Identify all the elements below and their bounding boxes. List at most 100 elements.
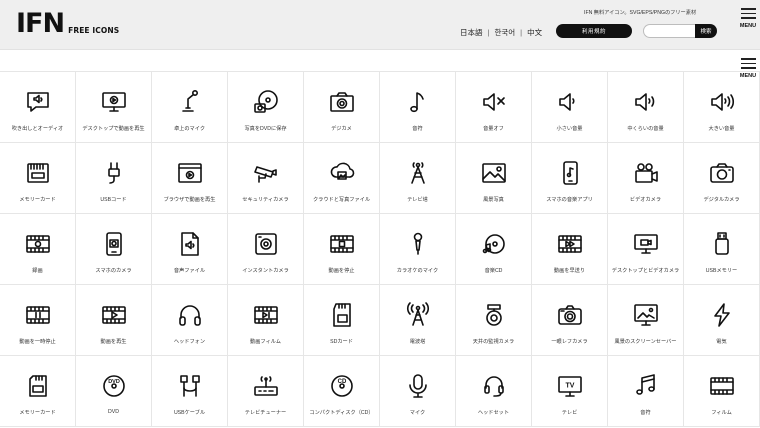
icon-tile[interactable]: フィルム: [684, 356, 760, 427]
site-logo[interactable]: IFN FREE ICONS: [16, 8, 119, 39]
video-play-icon: [100, 301, 128, 329]
icon-tile[interactable]: 音符: [608, 356, 684, 427]
icon-caption: 写真をDVDに保存: [244, 126, 287, 132]
icon-tile[interactable]: 音符: [380, 72, 456, 143]
lang-korean[interactable]: 한국어: [494, 27, 515, 38]
karaoke-mic-icon: [404, 230, 432, 258]
digital-camera-2-icon: [708, 159, 736, 187]
icon-caption: マイク: [409, 410, 426, 416]
icon-tile[interactable]: 録画: [0, 214, 76, 285]
icon-tile[interactable]: 一眼レフカメラ: [532, 285, 608, 356]
icon-tile[interactable]: メモリーカード: [0, 356, 76, 427]
icon-tile[interactable]: 動画を再生: [76, 285, 152, 356]
desktop-video-camera-icon: [632, 230, 660, 258]
icon-tile[interactable]: スマホのカメラ: [76, 214, 152, 285]
icon-tile[interactable]: スマホの音楽アプリ: [532, 143, 608, 214]
icon-tile[interactable]: デスクトップとビデオカメラ: [608, 214, 684, 285]
icon-tile[interactable]: 電波塔: [380, 285, 456, 356]
icon-tile[interactable]: セキュリティカメラ: [228, 143, 304, 214]
icon-tile[interactable]: 小さい音量: [532, 72, 608, 143]
video-film-icon: [252, 301, 280, 329]
icon-tile[interactable]: 天井の監視カメラ: [456, 285, 532, 356]
icon-caption: 音符: [412, 126, 423, 132]
tv-tuner-icon: [252, 372, 280, 400]
icon-tile[interactable]: 風景のスクリーンセーバー: [608, 285, 684, 356]
usb-memory-icon: [708, 230, 736, 258]
icon-tile[interactable]: テレビ塔: [380, 143, 456, 214]
icon-tile[interactable]: 大きい音量: [684, 72, 760, 143]
svg-text:CD: CD: [337, 379, 346, 385]
icon-tile[interactable]: 動画を停止: [304, 214, 380, 285]
audio-file-icon: [176, 230, 204, 258]
icon-tile[interactable]: テレビチューナー: [228, 356, 304, 427]
search-button[interactable]: 検索: [695, 24, 717, 38]
sd-card-icon: [328, 301, 356, 329]
icon-tile[interactable]: 卓上のマイク: [152, 72, 228, 143]
microphone-icon: [404, 372, 432, 400]
icon-caption: コンパクトディスク（CD）: [309, 410, 374, 416]
icon-tile[interactable]: デジタルカメラ: [684, 143, 760, 214]
icon-tile[interactable]: 音楽CD: [456, 214, 532, 285]
icon-tile[interactable]: ヘッドフォン: [152, 285, 228, 356]
icon-tile[interactable]: USBメモリー: [684, 214, 760, 285]
icon-tile[interactable]: 風景写真: [456, 143, 532, 214]
icon-tile[interactable]: USBケーブル: [152, 356, 228, 427]
icon-tile[interactable]: 中くらいの音量: [608, 72, 684, 143]
icon-caption: テレビ塔: [407, 197, 428, 203]
phone-camera-icon: [100, 230, 128, 258]
icon-tile[interactable]: 動画フィルム: [228, 285, 304, 356]
icon-caption: メモリーカード: [19, 197, 56, 203]
icon-tile[interactable]: 吹き出しとオーディオ: [0, 72, 76, 143]
icon-tile[interactable]: インスタントカメラ: [228, 214, 304, 285]
icon-tile[interactable]: ヘッドセット: [456, 356, 532, 427]
icon-tile[interactable]: DVD DVD: [76, 356, 152, 427]
icon-tile[interactable]: TV テレビ: [532, 356, 608, 427]
icon-caption: ビデオカメラ: [629, 197, 662, 203]
lang-japanese[interactable]: 日本語: [460, 27, 483, 38]
icon-tile[interactable]: デジカメ: [304, 72, 380, 143]
icon-caption: デスクトップとビデオカメラ: [611, 268, 680, 274]
icon-tile[interactable]: 写真をDVDに保存: [228, 72, 304, 143]
video-camera-icon: [632, 159, 660, 187]
icon-tile[interactable]: 電気: [684, 285, 760, 356]
icon-caption: USBメモリー: [705, 268, 738, 274]
icon-caption: 音量オフ: [483, 126, 504, 132]
icon-tile[interactable]: 動画を早送り: [532, 214, 608, 285]
ceiling-camera-icon: [480, 301, 508, 329]
headset-icon: [480, 372, 508, 400]
tv-tower-icon: [404, 159, 432, 187]
header-menu-button[interactable]: MENU: [737, 8, 759, 29]
terms-button[interactable]: 利用規約: [556, 24, 632, 38]
icon-tile[interactable]: デスクトップで動画を再生: [76, 72, 152, 143]
icon-tile[interactable]: 音声ファイル: [152, 214, 228, 285]
tv-icon: TV: [556, 372, 584, 400]
search-form: 検索: [643, 24, 717, 38]
icon-tile[interactable]: CD コンパクトディスク（CD）: [304, 356, 380, 427]
icon-tile[interactable]: マイク: [380, 356, 456, 427]
icon-caption: USBコード: [100, 197, 127, 203]
icon-caption: 天井の監視カメラ: [472, 339, 515, 345]
icon-caption: 大きい音量: [708, 126, 735, 132]
icon-tile[interactable]: SDカード: [304, 285, 380, 356]
icon-caption: カラオケのマイク: [396, 268, 439, 274]
icon-tile[interactable]: ビデオカメラ: [608, 143, 684, 214]
icon-tile[interactable]: クラウドと写真ファイル: [304, 143, 380, 214]
icon-grid: 吹き出しとオーディオ デスクトップで動画を再生 卓上のマイク 写真をDVDに保存 デジカ…: [0, 71, 760, 427]
lang-chinese[interactable]: 中文: [527, 27, 542, 38]
logo-mark: IFN: [16, 8, 65, 39]
icon-caption: DVD: [108, 409, 119, 415]
icon-tile[interactable]: メモリーカード: [0, 143, 76, 214]
icon-tile[interactable]: カラオケのマイク: [380, 214, 456, 285]
compact-disc-icon: CD: [328, 372, 356, 400]
icon-tile[interactable]: USBコード: [76, 143, 152, 214]
icon-tile[interactable]: 音量オフ: [456, 72, 532, 143]
icon-caption: 動画を早送り: [553, 268, 586, 274]
icon-tile[interactable]: ブラウザで動画を再生: [152, 143, 228, 214]
volume-medium-icon: [632, 88, 660, 116]
icon-tile[interactable]: 動画を一時停止: [0, 285, 76, 356]
headphones-icon: [176, 301, 204, 329]
icon-caption: ブラウザで動画を再生: [163, 197, 216, 203]
icon-caption: 風景写真: [483, 197, 504, 203]
icon-caption: 動画フィルム: [250, 339, 281, 345]
search-input[interactable]: [643, 24, 695, 38]
